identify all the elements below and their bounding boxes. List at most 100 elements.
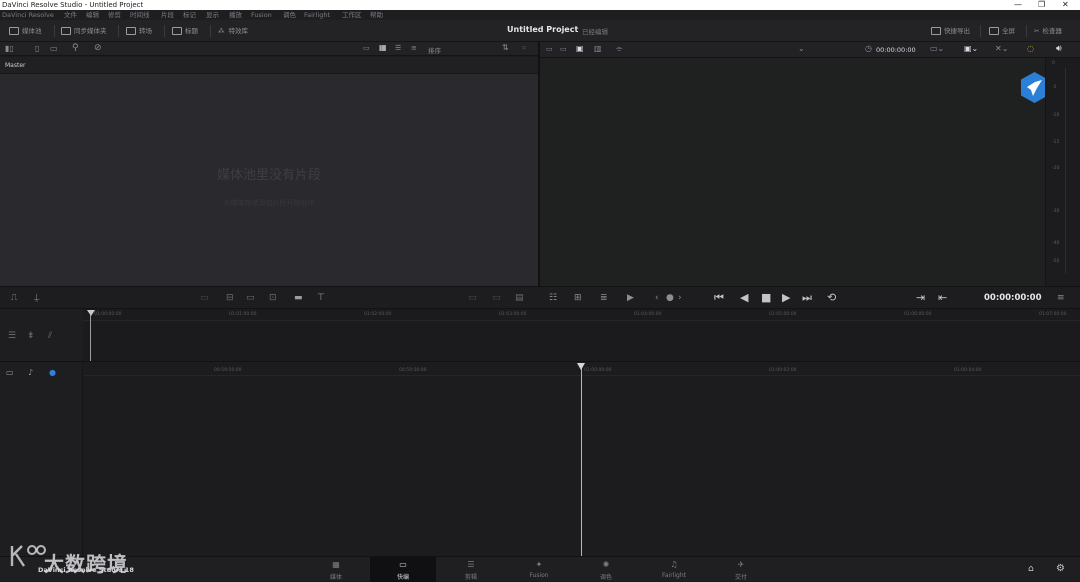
viewer-dropdown-icon[interactable]: ⌄ — [798, 44, 805, 53]
inspector-button[interactable]: ✂ 检查器 — [1034, 26, 1062, 37]
transform-icon[interactable]: ✕⌄ — [995, 44, 1008, 53]
close-button[interactable]: ✕ — [1062, 0, 1069, 10]
menu-item-color[interactable]: 调色 — [283, 10, 296, 20]
minimize-button[interactable]: — — [1014, 0, 1022, 10]
go-to-start-icon[interactable]: ⏮ — [714, 292, 724, 304]
mark-out-icon[interactable]: ⇤ — [938, 292, 947, 304]
page-tab-fairlight[interactable]: ♫ Fairlight — [641, 557, 707, 582]
new-bin-icon[interactable]: ▯ — [35, 44, 39, 53]
smart-reframe-icon[interactable]: ◌ — [1027, 44, 1034, 53]
display-options-icon[interactable]: ▣⌄ — [964, 44, 978, 53]
place-on-top-icon[interactable]: ▬ — [294, 293, 303, 303]
menu-item-mark[interactable]: 标记 — [183, 10, 196, 20]
menu-item-file[interactable]: 文件 — [64, 10, 77, 20]
safe-area-icon[interactable]: ⌯ — [616, 44, 622, 54]
reverse-icon[interactable]: ◀ — [740, 292, 748, 304]
zoom-icon[interactable]: ▭⌄ — [930, 44, 944, 53]
lower-playhead[interactable] — [581, 364, 582, 557]
subtitles-icon[interactable]: ≣ — [600, 293, 608, 303]
go-to-end-icon[interactable]: ⏭ — [802, 292, 812, 304]
media-pool-button[interactable]: 媒体池 — [9, 26, 42, 37]
metadata-view-icon[interactable]: ≡ — [411, 44, 417, 52]
next-clip-icon[interactable]: › — [678, 293, 682, 303]
menu-item-timeline[interactable]: 时间线 — [130, 10, 150, 20]
smart-insert-icon[interactable]: ▭ — [200, 293, 209, 303]
effects-button[interactable]: ⁂ 特效库 — [218, 26, 248, 37]
snap-icon[interactable]: ⎍ — [11, 293, 17, 303]
home-icon[interactable]: ⌂ — [1028, 564, 1034, 574]
page-tab-cut[interactable]: ▭ 快编 — [370, 557, 436, 582]
speaker-icon[interactable]: 🔊︎ — [1056, 44, 1062, 54]
trim-mode-icon[interactable]: ▭ — [468, 293, 477, 303]
mark-in-icon[interactable]: ⇥ — [916, 292, 925, 304]
close-up-icon[interactable]: ⊡ — [269, 293, 277, 303]
transition-icon[interactable]: ▤ — [515, 293, 524, 303]
bin-name[interactable]: Master — [5, 62, 26, 69]
menu-item-clip[interactable]: 片段 — [161, 10, 174, 20]
sort-dropdown[interactable]: 排序 — [428, 45, 441, 55]
panel-toggle-icon[interactable]: ▮▯ — [5, 44, 14, 53]
page-tab-deliver[interactable]: ✈ 交付 — [708, 557, 774, 582]
menu-item-workspace[interactable]: 工作区 — [342, 10, 362, 20]
video-track-icon[interactable]: ▭ — [6, 368, 14, 377]
maximize-button[interactable]: ❐ — [1038, 0, 1045, 10]
page-tab-fusion[interactable]: ✦ Fusion — [506, 557, 572, 582]
menu-item-app[interactable]: DaVinci Resolve — [2, 10, 54, 20]
append-icon[interactable]: ⊟ — [226, 293, 234, 303]
upper-timeline-ruler[interactable]: 01:00:00:00 01:01:00:00 01:02:00:00 01:0… — [83, 309, 1080, 321]
track-list-icon[interactable]: ☰ — [8, 331, 16, 341]
thumbnail-view-icon[interactable]: ▦ — [379, 43, 387, 52]
search-icon[interactable]: ⌕ — [522, 43, 526, 53]
source-overwrite-icon[interactable]: ⊤ — [317, 293, 325, 303]
dynamic-trim-icon[interactable]: ▭ — [492, 293, 501, 303]
upper-playhead-handle[interactable] — [87, 310, 95, 316]
titles-button[interactable]: 标题 — [172, 26, 198, 37]
menu-item-playback[interactable]: 播放 — [229, 10, 242, 20]
split-view-icon[interactable]: ▥ — [594, 44, 602, 53]
transport-timecode[interactable]: 00:00:00:00 — [984, 293, 1042, 303]
track-height-icon[interactable]: ⇟ — [27, 331, 35, 341]
media-pool-area[interactable]: 媒体池里没有片段 从媒体存储添加片段开始创作 — [0, 74, 538, 286]
sync-bin-button[interactable]: 同步媒体夹 — [61, 26, 107, 37]
menu-item-trim[interactable]: 修剪 — [108, 10, 121, 20]
audio-track-toggle-icon[interactable]: ♪ — [28, 368, 33, 377]
menu-item-fairlight[interactable]: Fairlight — [304, 10, 330, 20]
import-icon[interactable]: ▭ — [50, 44, 58, 53]
viewer-mode-icon[interactable]: ▭ — [546, 45, 553, 53]
jog-dot-icon[interactable]: ● — [666, 293, 674, 303]
page-tab-edit[interactable]: ☰ 剪辑 — [438, 557, 504, 582]
previous-clip-icon[interactable]: ‹ — [655, 293, 659, 303]
list-view-icon[interactable]: ☰ — [395, 44, 401, 52]
timeline-view-icon[interactable]: ▣ — [576, 44, 584, 53]
link-icon[interactable]: ⊘ — [94, 43, 102, 53]
play-around-icon[interactable]: ▶ — [627, 293, 634, 303]
play-icon[interactable]: ▶ — [782, 292, 790, 304]
upper-timeline[interactable]: ☰ ⇟ ⫽ 01:00:00:00 01:01:00:00 01:02:00:0… — [0, 309, 1080, 361]
menu-item-view[interactable]: 显示 — [206, 10, 219, 20]
page-tab-media[interactable]: ▦ 媒体 — [303, 557, 369, 582]
ripple-overwrite-icon[interactable]: ▭ — [246, 293, 255, 303]
lock-icon[interactable]: ● — [49, 368, 56, 377]
blade-icon[interactable]: ⍊ — [34, 293, 39, 303]
settings-icon[interactable]: ⚙ — [1056, 563, 1065, 574]
audio-waveform-icon[interactable]: ⫽ — [48, 331, 52, 341]
page-tab-color[interactable]: ✺ 调色 — [573, 557, 639, 582]
stop-icon[interactable]: ■ — [761, 292, 771, 304]
menu-item-edit[interactable]: 编辑 — [86, 10, 99, 20]
full-screen-button[interactable]: 全屏 — [989, 26, 1015, 37]
menu-item-fusion[interactable]: Fusion — [251, 10, 272, 20]
upper-playhead[interactable] — [90, 311, 91, 361]
smart-bin-icon[interactable]: ⚲ — [72, 43, 79, 53]
source-tape-icon[interactable]: ▭ — [560, 45, 567, 53]
loop-icon[interactable]: ⟲ — [827, 292, 836, 304]
options-menu-icon[interactable]: ≡ — [1057, 293, 1065, 303]
menu-item-help[interactable]: 帮助 — [370, 10, 383, 20]
quick-export-button[interactable]: 快捷导出 — [931, 26, 970, 37]
filmstrip-view-icon[interactable]: ▭ — [363, 44, 370, 52]
lower-timeline[interactable]: ▭ ♪ ● 00:59:56:00 00:59:58:00 01:00:00:0… — [0, 361, 1080, 557]
audio-settings-icon[interactable]: ☷ — [549, 293, 557, 303]
video-viewer[interactable] — [540, 58, 1045, 286]
audio-track-icon[interactable]: ⊞ — [574, 293, 582, 303]
sort-order-icon[interactable]: ⇅ — [502, 43, 509, 52]
lower-playhead-handle[interactable] — [577, 363, 585, 370]
